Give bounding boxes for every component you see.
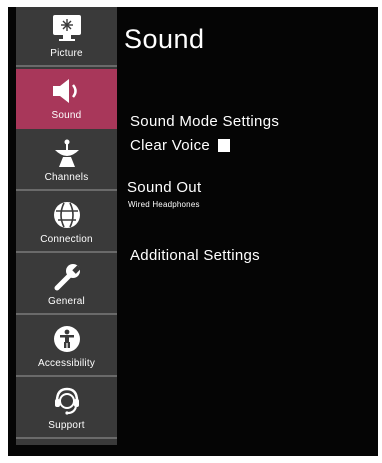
- clear-voice-item[interactable]: Clear Voice: [130, 137, 231, 154]
- sidebar-item-connection[interactable]: Connection: [16, 193, 117, 253]
- additional-settings-item[interactable]: Additional Settings: [130, 247, 260, 264]
- headset-support-icon: [16, 386, 117, 416]
- picture-icon: [16, 14, 117, 44]
- sidebar-item-label: General: [48, 296, 85, 307]
- sidebar-item-label: Connection: [40, 234, 93, 245]
- sidebar-item-label: Picture: [50, 48, 83, 59]
- sidebar-item-channels[interactable]: Channels: [16, 131, 117, 191]
- accessibility-person-icon: [16, 324, 117, 354]
- sound-out-value: Wired Headphones: [128, 200, 200, 209]
- clear-voice-toggle[interactable]: [218, 139, 231, 152]
- sidebar-item-support[interactable]: Support: [16, 379, 117, 439]
- wrench-icon: [16, 262, 117, 292]
- sidebar-item-label: Channels: [44, 172, 89, 183]
- sound-out-item[interactable]: Sound Out: [127, 179, 201, 196]
- globe-network-icon: [16, 200, 117, 230]
- sidebar-item-accessibility[interactable]: Accessibility: [16, 317, 117, 377]
- page-title: Sound: [124, 24, 205, 54]
- settings-sidebar: Picture Sound Channels Connection Genera…: [16, 7, 117, 445]
- sidebar-item-label: Accessibility: [37, 358, 96, 369]
- speaker-icon: [16, 76, 117, 106]
- clear-voice-label: Clear Voice: [130, 137, 211, 154]
- sound-mode-settings-item[interactable]: Sound Mode Settings: [130, 113, 279, 130]
- sidebar-item-picture[interactable]: Picture: [16, 7, 117, 67]
- sidebar-item-label: Support: [48, 420, 85, 431]
- sidebar-item-sound[interactable]: Sound: [16, 69, 117, 129]
- sidebar-item-label: Sound: [51, 110, 82, 121]
- tv-settings-screen: Picture Sound Channels Connection Genera…: [8, 7, 378, 456]
- sidebar-item-general[interactable]: General: [16, 255, 117, 315]
- satellite-dish-icon: [16, 138, 117, 168]
